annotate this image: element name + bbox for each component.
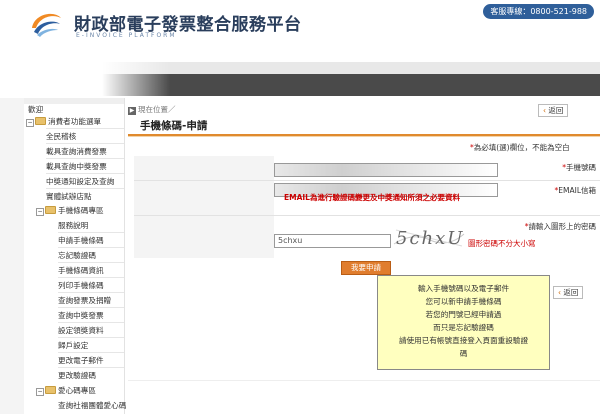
sidebar-group-love-code[interactable]: − 愛心碼專區 xyxy=(36,385,96,396)
phone-input[interactable] xyxy=(274,163,498,177)
sidebar-item-carrier-winning[interactable]: 載具查詢中獎發票 xyxy=(46,161,107,172)
sidebar-item-carrier-invoices[interactable]: 載具查詢消費發票 xyxy=(46,146,107,157)
collapse-icon[interactable]: − xyxy=(36,208,44,216)
sidebar-item-winning-notice[interactable]: 中獎通知設定及查詢 xyxy=(46,176,114,187)
site-header: 財政部電子發票整合服務平台 E-INVOICE PLATFORM 客服專線：08… xyxy=(0,0,600,62)
sidebar-item-service-info[interactable]: 服務說明 xyxy=(58,220,88,231)
collapse-icon[interactable]: − xyxy=(26,119,34,127)
tooltip-line: 請使用已有帳號直接登入頁面重設驗證 xyxy=(398,336,529,345)
sidebar-group-consumer[interactable]: − 消費者功能選單 xyxy=(26,116,101,127)
sidebar-item-account-link[interactable]: 歸戶設定 xyxy=(58,340,88,351)
captcha-text: 5chxU xyxy=(396,228,464,249)
sidebar: 歡迎 − 消費者功能選單 全民稽核 載具查詢消費發票 載具查詢中獎發票 中獎通知設… xyxy=(24,98,126,414)
back-button-top[interactable]: ‹ 返回 xyxy=(538,104,569,117)
sidebar-item-change-email[interactable]: 更改電子郵件 xyxy=(58,355,104,366)
tooltip-line: 若您的門號已經申請過 xyxy=(425,310,502,319)
sidebar-item-change-code[interactable]: 更改驗證碼 xyxy=(58,370,96,381)
folder-icon xyxy=(35,117,46,125)
sidebar-item-query-donate[interactable]: 查詢發票及捐贈 xyxy=(58,295,111,306)
tooltip-line: 輸入手機號碼以及電子郵件 xyxy=(417,284,510,293)
email-note: EMAIL為進行驗證碼變更及中獎通知所須之必要資料 xyxy=(284,193,460,202)
hotline-badge: 客服專線：0800-521-988 xyxy=(483,4,594,19)
required-note: *為必填(選)欄位，不能為空白 xyxy=(470,143,570,152)
email-label: *EMAIL信箱 xyxy=(554,186,596,195)
sidebar-group-mobile-barcode[interactable]: − 手機條碼專區 xyxy=(36,205,104,216)
sidebar-item-audit[interactable]: 全民稽核 xyxy=(46,131,76,142)
submit-button[interactable]: 我要申請 xyxy=(341,261,391,275)
help-tooltip: 輸入手機號碼以及電子郵件 您可以新申請手機條碼 若您的門號已經申請過 而只是忘記… xyxy=(377,275,550,370)
sidebar-item-barcode-info[interactable]: 手機條碼資訊 xyxy=(58,265,104,276)
site-subtitle: E-INVOICE PLATFORM xyxy=(76,32,177,39)
left-rail xyxy=(0,98,24,414)
phone-label: *手機號碼 xyxy=(562,163,596,172)
captcha-image: 5chxU xyxy=(392,224,466,250)
sidebar-item-print-barcode[interactable]: 列印手機條碼 xyxy=(58,280,104,291)
logo-icon xyxy=(32,13,61,37)
folder-icon xyxy=(45,206,56,214)
sidebar-item-query-winning[interactable]: 查詢中獎發票 xyxy=(58,310,104,321)
captcha-input[interactable]: 5chxu xyxy=(274,234,391,248)
banner-fade xyxy=(0,62,170,96)
arrow-left-icon: ‹ xyxy=(558,288,561,297)
title-divider-shadow xyxy=(128,136,600,137)
sidebar-item-pilot-stores[interactable]: 實體試辦店點 xyxy=(46,191,92,202)
sidebar-item-apply-barcode[interactable]: 申請手機條碼 xyxy=(58,235,104,246)
sidebar-item-query-love-code[interactable]: 查詢社福團體愛心碼 xyxy=(58,400,126,411)
content-bottom-rule xyxy=(128,380,600,381)
back-button-bottom[interactable]: ‹ 返回 xyxy=(553,286,584,299)
breadcrumb: ▶ 現在位置／ xyxy=(128,105,176,115)
tooltip-line: 碼 xyxy=(459,349,468,358)
arrow-right-icon: ▶ xyxy=(128,107,136,115)
sidebar-item-prize-info[interactable]: 設定領獎資料 xyxy=(58,325,104,336)
page-title: 手機條碼-申請 xyxy=(140,120,208,132)
collapse-icon[interactable]: − xyxy=(36,388,44,396)
tooltip-line: 而只是忘記驗證碼 xyxy=(433,323,494,332)
captcha-label: *請輸入圖形上的密碼 xyxy=(524,222,596,231)
sidebar-item-home[interactable]: 歡迎 xyxy=(28,104,43,115)
arrow-left-icon: ‹ xyxy=(543,106,546,115)
tooltip-line: 您可以新申請手機條碼 xyxy=(425,297,502,306)
folder-icon xyxy=(45,386,56,394)
sidebar-item-forgot-code[interactable]: 忘記驗證碼 xyxy=(58,250,96,261)
captcha-note: 圖形密碼不分大小寫 xyxy=(468,239,536,248)
